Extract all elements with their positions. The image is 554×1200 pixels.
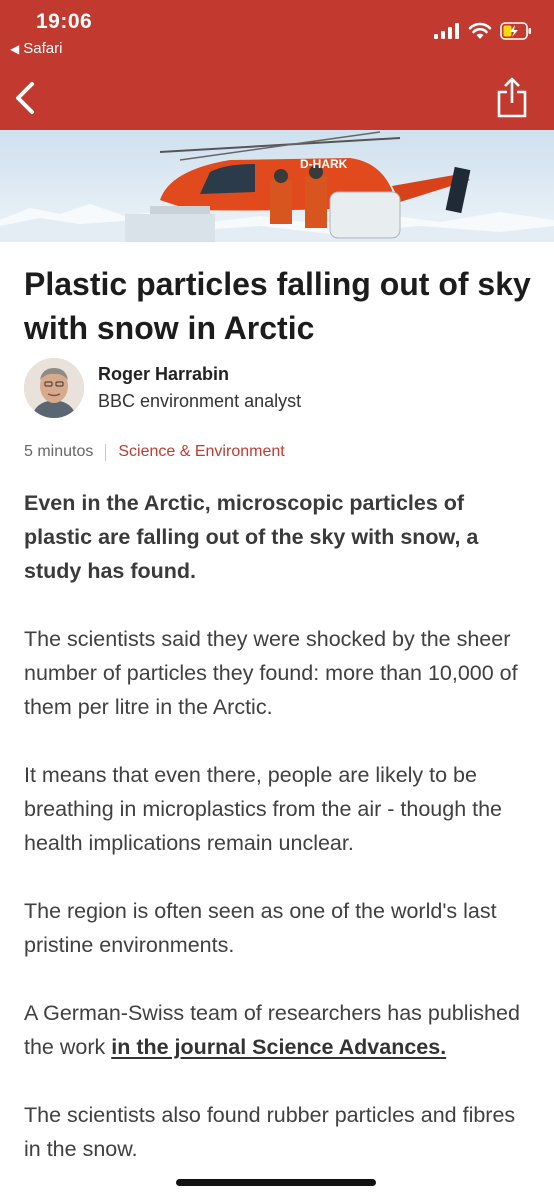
app-header: 19:06 ◀ Safari xyxy=(0,0,554,130)
signal-icon xyxy=(434,23,459,39)
author-photo xyxy=(24,358,84,418)
share-icon[interactable] xyxy=(496,76,528,118)
chevron-left-icon[interactable] xyxy=(10,78,40,118)
article-paragraph: It means that even there, people are lik… xyxy=(24,763,503,855)
topic-link[interactable]: Science & Environment xyxy=(118,443,284,461)
home-indicator[interactable] xyxy=(176,1179,376,1186)
status-icons xyxy=(434,18,532,44)
author-name[interactable]: Roger Harrabin xyxy=(98,364,229,385)
article-meta: 5 minutos Science & Environment xyxy=(24,441,285,463)
back-app-label: Safari xyxy=(23,40,63,57)
status-time: 19:06 xyxy=(36,10,93,33)
back-to-app-link[interactable]: ◀ Safari xyxy=(10,40,62,57)
journal-link[interactable]: in the journal Science Advances. xyxy=(111,1035,446,1059)
wifi-icon xyxy=(468,22,492,39)
helicopter-registration: D-HARK xyxy=(300,157,348,171)
author-avatar xyxy=(24,358,84,418)
meta-divider xyxy=(105,443,107,461)
article-paragraph: The region is often seen as one of the w… xyxy=(24,899,497,957)
article-paragraph: The scientists also found rubber particl… xyxy=(24,1103,516,1161)
read-time: 5 minutos xyxy=(24,443,94,460)
article-body: Even in the Arctic, microscopic particle… xyxy=(24,486,530,1200)
back-triangle-icon: ◀ xyxy=(10,42,20,56)
article-lead: Even in the Arctic, microscopic particle… xyxy=(24,491,479,583)
article-title: Plastic particles falling out of sky wit… xyxy=(24,266,531,346)
article-paragraph: The scientists said they were shocked by… xyxy=(24,627,518,719)
hero-image: D-HARK xyxy=(0,130,554,242)
helicopter-photo: D-HARK xyxy=(0,130,554,242)
battery-charging-icon xyxy=(500,22,531,40)
author-role: BBC environment analyst xyxy=(98,391,302,411)
article-paragraph-with-link: A German-Swiss team of researchers has p… xyxy=(24,996,530,1064)
